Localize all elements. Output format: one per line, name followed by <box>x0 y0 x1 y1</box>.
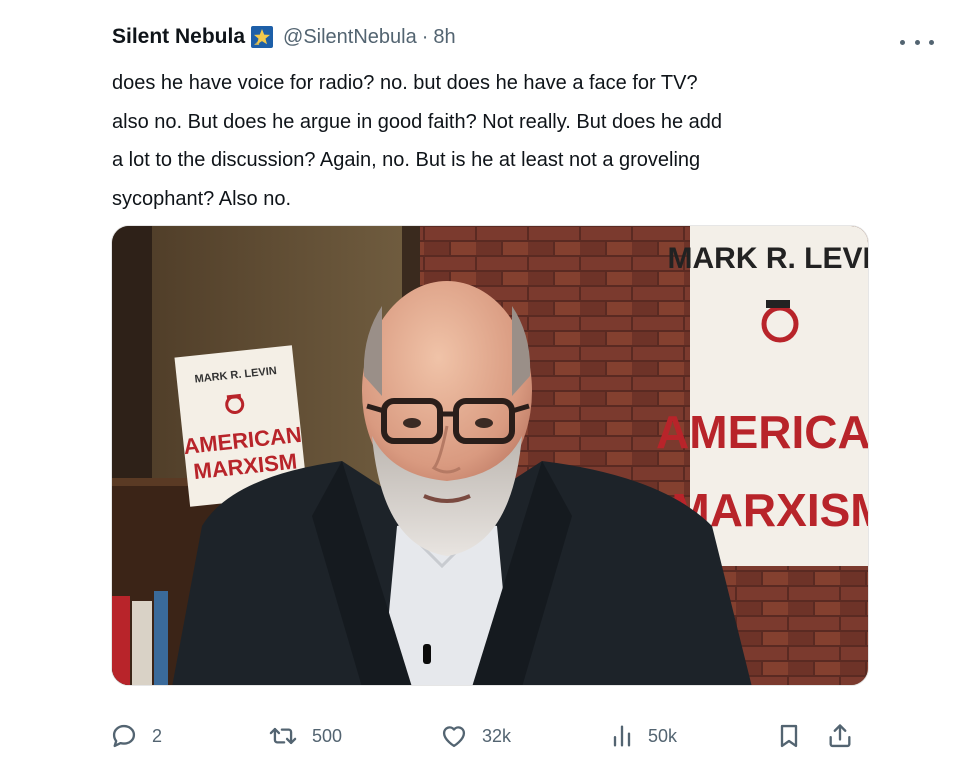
bookmark-icon <box>780 724 798 748</box>
more-options-dot <box>929 39 934 45</box>
share-button[interactable] <box>826 716 854 756</box>
views-button[interactable]: 50k <box>610 716 677 756</box>
tweet-text: does he have voice for radio? no. but do… <box>112 72 723 210</box>
more-options-icon <box>900 39 905 45</box>
separator-dot: · <box>421 25 429 48</box>
share-icon <box>829 724 851 748</box>
tweet-media-image[interactable]: MARK R. LEVIN AMERICAN MARXISM MARK R. L… <box>111 225 869 686</box>
action-bar: 2 500 32k 50k <box>0 716 968 756</box>
retweet-button[interactable]: 500 <box>268 716 342 756</box>
retweet-count: 500 <box>312 725 343 746</box>
user-handle[interactable]: @SilentNebula <box>283 26 417 49</box>
like-count: 32k <box>482 725 512 746</box>
banner-author: MARK R. LEVIN <box>668 242 870 275</box>
heart-icon <box>442 726 466 748</box>
tweet[interactable]: Silent Nebula @SilentNebula · 8h does he… <box>0 0 968 781</box>
display-name[interactable]: Silent Nebula <box>112 25 245 49</box>
more-options-dot <box>914 39 920 45</box>
star-badge-icon <box>251 26 274 48</box>
views-icon <box>613 725 631 747</box>
banner-title-1: AMERICAN <box>656 406 869 458</box>
like-button[interactable]: 32k <box>440 716 511 756</box>
tweet-header: Silent Nebula @SilentNebula · 8h <box>112 22 456 52</box>
retweet-icon <box>269 727 297 745</box>
reply-count: 2 <box>152 725 163 746</box>
reply-button[interactable]: 2 <box>110 716 162 756</box>
timestamp[interactable]: 8h <box>433 26 455 49</box>
views-count: 50k <box>648 725 678 746</box>
more-options-button[interactable] <box>900 30 934 54</box>
reply-icon <box>112 724 136 748</box>
bookmark-button[interactable] <box>776 716 802 756</box>
